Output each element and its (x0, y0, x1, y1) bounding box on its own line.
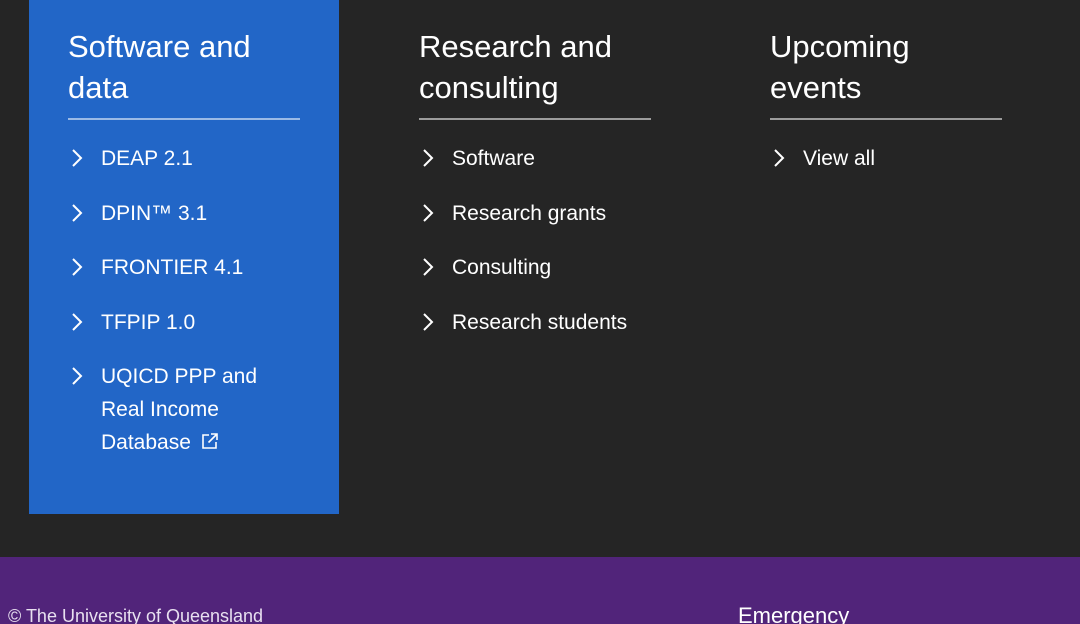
link-tfpip[interactable]: TFPIP 1.0 (68, 306, 300, 339)
link-label: View all (803, 147, 875, 170)
site-footer: © The University of Queensland Emergency (0, 557, 1080, 624)
link-research-grants[interactable]: Research grants (419, 197, 651, 230)
link-label: Research students (452, 310, 628, 334)
chevron-right-icon (70, 366, 84, 386)
link-label: Consulting (452, 256, 552, 280)
link-label: FRONTIER 4.1 (101, 256, 244, 280)
chevron-right-icon (772, 148, 786, 168)
upcoming-events-column: Upcoming events View all (731, 0, 1041, 197)
link-research-students[interactable]: Research students (419, 306, 651, 339)
link-dpin[interactable]: DPIN™ 3.1 (68, 197, 300, 230)
link-deap[interactable]: DEAP 2.1 (68, 142, 300, 175)
link-consulting[interactable]: Consulting (419, 251, 651, 284)
chevron-right-icon (70, 148, 84, 168)
software-and-data-column: Software and data DEAP 2.1 DPIN™ 3.1 FRO… (29, 0, 339, 514)
link-frontier[interactable]: FRONTIER 4.1 (68, 251, 300, 284)
chevron-right-icon (421, 257, 435, 277)
chevron-right-icon (421, 312, 435, 332)
external-link-icon (200, 428, 220, 450)
link-label: Software (452, 147, 535, 170)
link-label: UQICD PPP and Real Income Database (101, 365, 258, 455)
link-view-all[interactable]: View all (770, 142, 1002, 175)
research-and-consulting-heading: Research and consulting (419, 26, 651, 120)
software-links-list: DEAP 2.1 DPIN™ 3.1 FRONTIER 4.1 TFPIP 1.… (68, 142, 300, 459)
copyright-text: © The University of Queensland (8, 606, 264, 624)
link-label: DPIN™ 3.1 (101, 201, 208, 225)
chevron-right-icon (70, 257, 84, 277)
link-label: TFPIP 1.0 (101, 310, 196, 334)
chevron-right-icon (421, 203, 435, 223)
link-label: DEAP 2.1 (101, 147, 193, 170)
chevron-right-icon (70, 312, 84, 332)
research-links-list: Software Research grants Consulting Rese… (419, 142, 651, 339)
research-and-consulting-column: Research and consulting Software Researc… (380, 0, 690, 360)
link-software[interactable]: Software (419, 142, 651, 175)
software-and-data-heading: Software and data (68, 26, 300, 120)
emergency-heading: Emergency (738, 603, 850, 624)
events-links-list: View all (770, 142, 1002, 175)
link-uqicd[interactable]: UQICD PPP and Real Income Database (68, 360, 300, 459)
link-label: Research grants (452, 201, 607, 225)
upcoming-events-heading: Upcoming events (770, 26, 1002, 120)
page: Software and data DEAP 2.1 DPIN™ 3.1 FRO… (0, 0, 1080, 624)
chevron-right-icon (70, 203, 84, 223)
chevron-right-icon (421, 148, 435, 168)
footer-links-section: Software and data DEAP 2.1 DPIN™ 3.1 FRO… (0, 0, 1080, 557)
